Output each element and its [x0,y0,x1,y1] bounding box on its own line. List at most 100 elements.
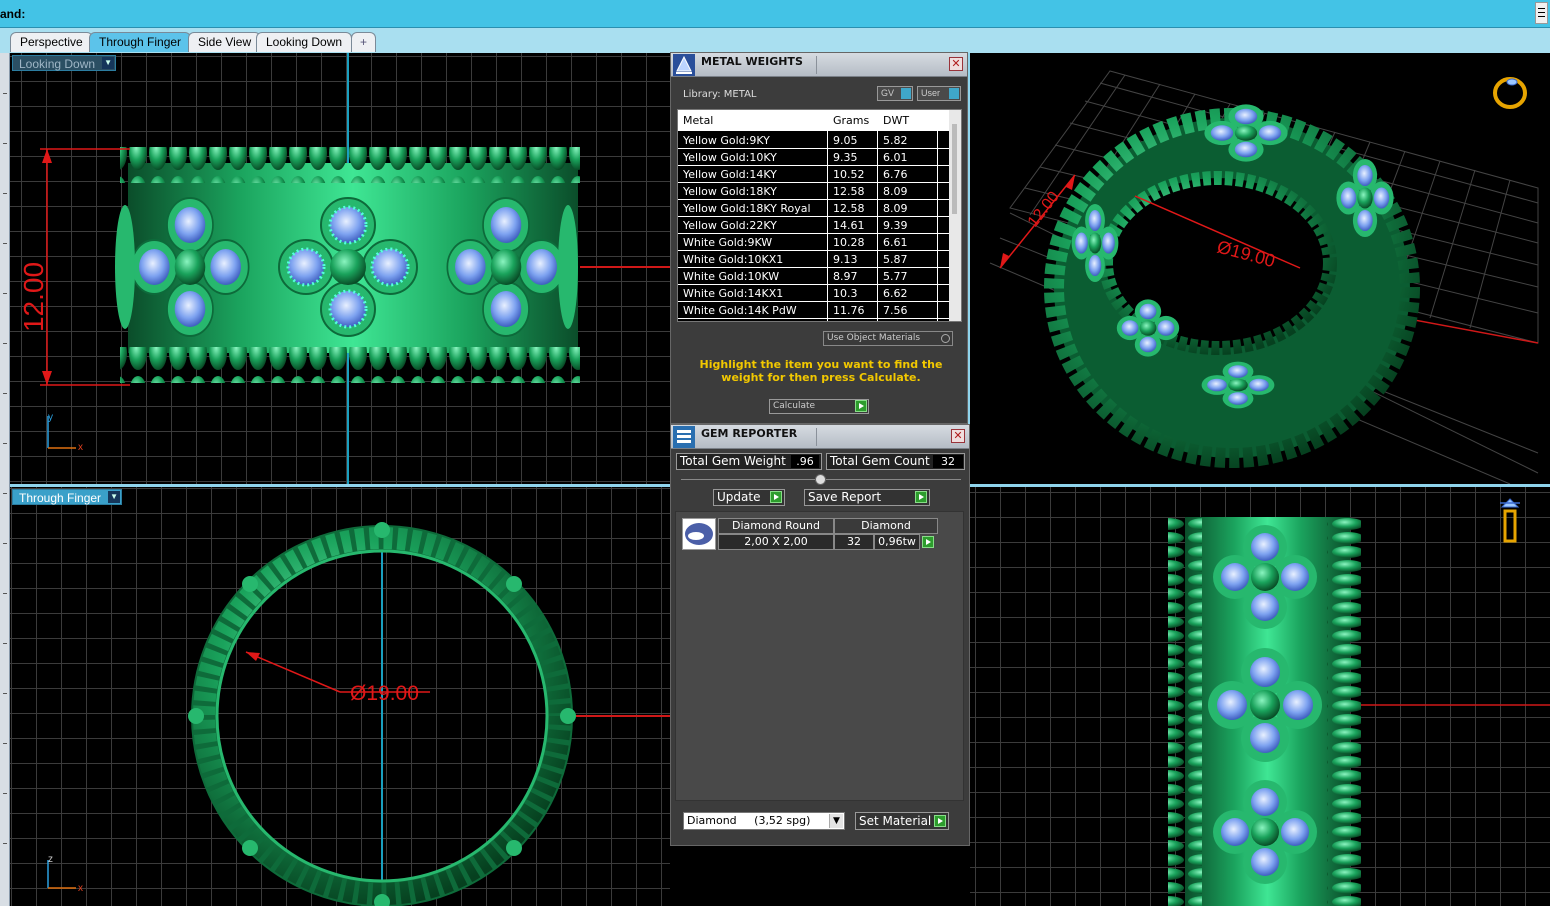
ring-gold-icon[interactable] [1493,77,1527,109]
metal-row[interactable]: White Gold:10KW 8.97 5.77 [678,268,949,285]
axis-y-label: y [48,412,53,423]
dropdown-arrow-icon[interactable]: ▼ [102,57,115,69]
ring-side-gold-icon[interactable] [1500,498,1520,543]
metal-grams-cell: 9.35 [833,151,858,164]
play-arrow-icon[interactable] [922,536,934,548]
metal-row[interactable]: White Gold:14K PdW 11.76 7.56 [678,302,949,319]
set-material-label: Set Material [859,814,932,828]
tab-through-finger[interactable]: Through Finger [89,32,192,52]
chevron-down-icon: ▼ [829,814,843,828]
metal-row[interactable]: Yellow Gold:9KY 9.05 5.82 [678,132,949,149]
use-object-materials-label: Use Object Materials [827,333,921,343]
add-tab-button[interactable]: + [351,32,377,52]
report-slider-handle[interactable] [815,474,826,485]
viewport-label-through-finger[interactable]: Through Finger ▼ [12,489,123,505]
total-gem-weight-label: Total Gem Weight [680,454,786,468]
command-input[interactable] [26,6,1531,22]
close-icon[interactable]: ✕ [951,429,965,443]
viewport-label-text: Through Finger [19,491,102,505]
user-label: User [921,88,941,98]
left-ruler [0,53,10,906]
viewport-perspective[interactable]: 12.00 Ø19.00 [970,53,1550,484]
gem-size: 2,00 X 2,00 [718,534,834,550]
metal-row[interactable]: Yellow Gold:18KY 12.58 8.09 [678,183,949,200]
axis-z-label: z [48,854,53,865]
metal-metal-cell: Yellow Gold:9KY [683,134,770,147]
gem-weight: 0,96tw [874,534,920,550]
metal-grams-cell: 12.58 [833,185,865,198]
app-window: and: Perspective Through Finger Side Vie… [0,0,1550,906]
material-bar: Diamond (3,52 spg) ▼ Set Material [683,812,963,834]
update-button[interactable]: Update [713,489,785,506]
metal-metal-cell: Yellow Gold:18KY [683,185,777,198]
tab-perspective[interactable]: Perspective [10,32,93,52]
metal-dwt-cell: 5.82 [883,134,908,147]
col-metal[interactable]: Metal [683,114,713,127]
metal-dwt-cell: 6.62 [883,287,908,300]
total-gem-count-value: 32 [933,455,963,468]
metal-grams-cell: 8.97 [833,270,858,283]
viewport-tab-bar: Perspective Through Finger Side View Loo… [0,28,1550,53]
viewport-looking-down[interactable]: Looking Down ▼ 12.00 y x [10,53,670,484]
metal-row[interactable]: White Gold:14KX1 10.3 6.62 [678,285,949,302]
total-gem-count-field: Total Gem Count 32 [826,453,965,470]
gem-reporter-titlebar[interactable]: GEM REPORTER ✕ [671,425,969,449]
metal-row[interactable]: White Gold:9KW 10.28 6.61 [678,234,949,251]
metal-weights-titlebar[interactable]: METAL WEIGHTS ✕ [671,53,967,77]
metal-metal-cell: Yellow Gold:10KY [683,151,777,164]
save-report-button[interactable]: Save Report [804,489,930,506]
metal-dwt-cell: 6.61 [883,236,908,249]
col-dwt[interactable]: DWT [883,114,909,127]
gem-reporter-icon [673,426,695,448]
metal-metal-cell: White Gold:14K PdW [683,304,797,317]
metal-row[interactable]: Yellow Gold:10KY 9.35 6.01 [678,149,949,166]
metal-dwt-cell: 7.56 [883,304,908,317]
metal-grams-cell: 9.13 [833,253,858,266]
metal-table[interactable]: Metal Grams DWT Yellow Gold:9KY 9.05 5.82 Y… [677,109,962,322]
ring-perspective-render: 12.00 Ø19.00 [989,70,1539,484]
calculate-button[interactable]: Calculate [769,399,869,414]
col-grams[interactable]: Grams [833,114,869,127]
metal-metal-cell: Yellow Gold:18KY Royal [683,202,811,215]
metal-grams-cell: 12.58 [833,202,865,215]
play-arrow-icon [770,491,782,503]
material-select[interactable]: Diamond (3,52 spg) ▼ [683,812,845,830]
viewport-side-view[interactable]: z y [970,487,1550,906]
total-gem-count-label: Total Gem Count [830,454,930,468]
metal-row[interactable]: Yellow Gold:22KY 14.61 9.39 [678,217,949,234]
metal-dwt-cell: 8.09 [883,202,908,215]
metal-grams-cell: 10.52 [833,168,865,181]
total-gem-weight-value: .96 [791,455,819,468]
calculate-label: Calculate [773,401,816,411]
metal-weights-icon [673,54,695,76]
metal-row[interactable]: Yellow Gold:18KY Royal 12.58 8.09 [678,200,949,217]
metal-table-scrollbar[interactable] [949,110,961,321]
metal-metal-cell: White Gold:10KX1 [683,253,784,266]
axis-x-label: x [78,442,83,453]
tab-looking-down[interactable]: Looking Down [256,32,353,52]
ring-side-render: 12.00 y x [18,53,670,484]
total-gem-weight-field: Total Gem Weight .96 [676,453,822,470]
metal-row[interactable]: White Gold:10KX1 9.13 5.87 [678,251,949,268]
viewport-through-finger[interactable]: Through Finger ▼ Ø19.00 z x [10,487,670,906]
update-label: Update [717,490,761,504]
gem-row[interactable]: Diamond Round Diamond 2,00 X 2,00 32 0,9… [680,516,940,550]
set-material-button[interactable]: Set Material [855,812,949,830]
metal-dwt-cell: 8.09 [883,185,908,198]
material-select-value: Diamond (3,52 spg) [687,814,811,827]
close-icon[interactable]: ✕ [949,57,963,71]
command-scroll-button[interactable] [1535,2,1548,24]
tab-side-view[interactable]: Side View [188,32,262,52]
metal-metal-cell: White Gold:10KW [683,270,780,283]
metal-grams-cell: 10.3 [833,287,858,300]
dropdown-arrow-icon[interactable]: ▼ [108,491,121,503]
viewport-label-looking-down[interactable]: Looking Down ▼ [12,55,117,71]
play-arrow-icon [934,815,946,827]
gem-material: Diamond [834,518,938,534]
ring-end-render: z y [1168,498,1550,906]
gv-toggle-button[interactable]: GV [877,86,913,101]
metal-row[interactable]: Yellow Gold:14KY 10.52 6.76 [678,166,949,183]
use-object-materials-checkbox[interactable]: Use Object Materials [823,331,953,346]
gem-list[interactable]: Diamond Round Diamond 2,00 X 2,00 32 0,9… [675,511,964,801]
user-toggle-button[interactable]: User [917,86,961,101]
